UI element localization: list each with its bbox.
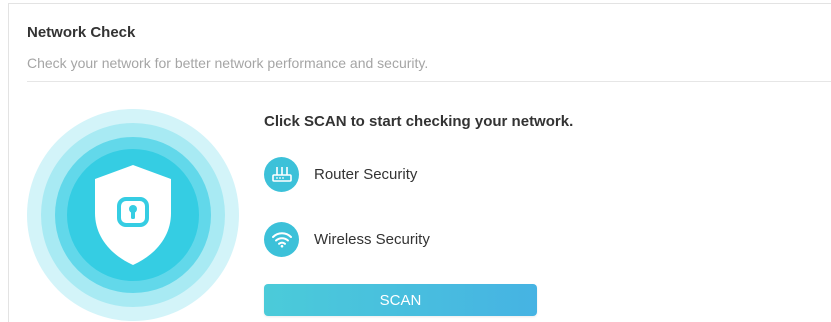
intro-text: Click SCAN to start checking your networ… bbox=[264, 113, 574, 130]
scan-button[interactable]: SCAN bbox=[264, 284, 537, 316]
check-label-wireless-security: Wireless Security bbox=[314, 230, 430, 248]
wifi-icon bbox=[264, 221, 299, 257]
check-item-router-security: Router Security bbox=[264, 156, 417, 192]
panel-subtitle: Check your network for better network pe… bbox=[27, 55, 429, 71]
network-check-panel: Network Check Check your network for bet… bbox=[8, 3, 831, 322]
divider bbox=[27, 81, 831, 82]
router-icon bbox=[264, 156, 299, 192]
check-item-wireless-security: Wireless Security bbox=[264, 221, 430, 257]
shield-lock-icon bbox=[27, 109, 239, 321]
panel-title: Network Check bbox=[27, 24, 136, 41]
check-label-router-security: Router Security bbox=[314, 165, 418, 183]
